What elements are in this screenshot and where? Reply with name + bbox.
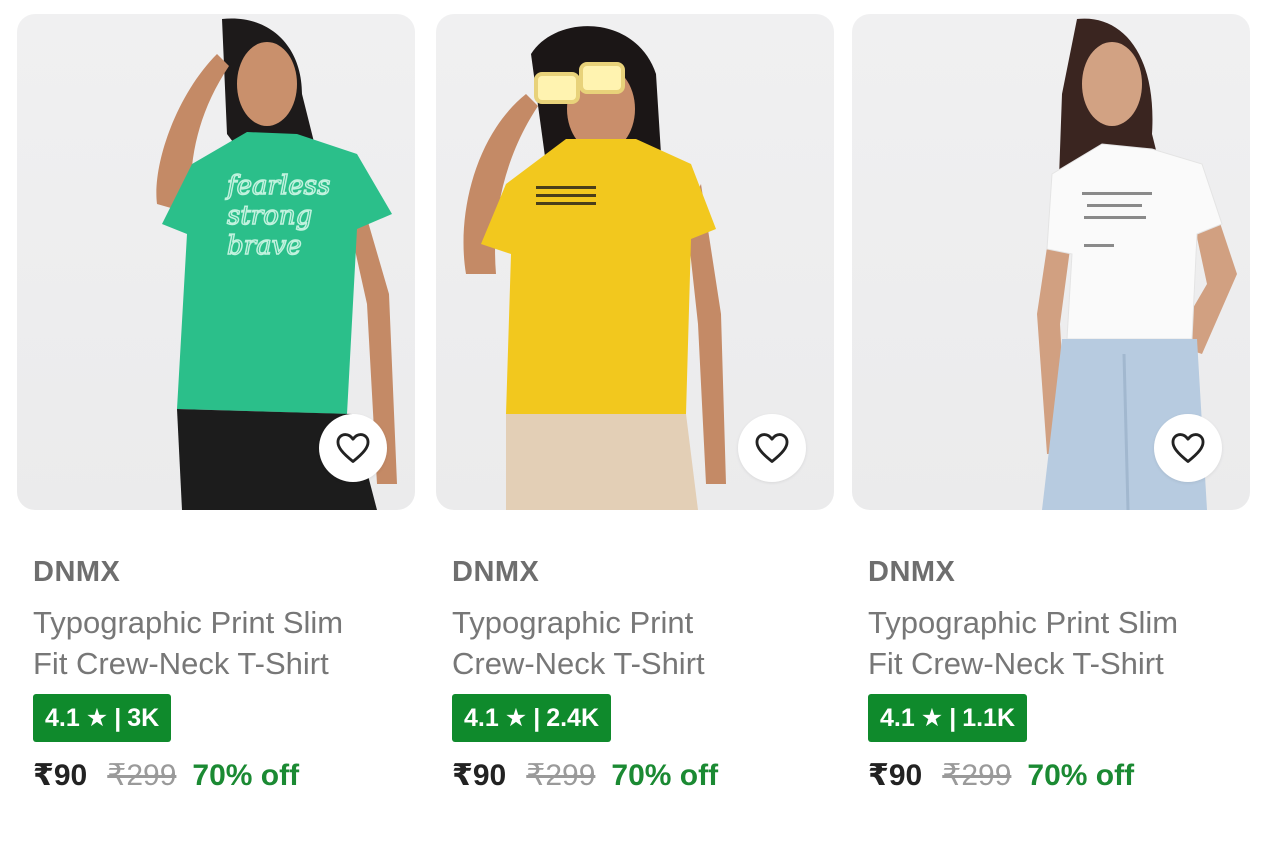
title-line-2: Crew-Neck T-Shirt [452, 646, 705, 681]
product-info: DNMX Typographic Print Crew-Neck T-Shirt… [436, 554, 834, 793]
original-price: ₹299 [942, 759, 1012, 792]
product-card[interactable]: fearless strong brave DNMX Typographic P… [17, 14, 415, 793]
product-card[interactable]: DNMX Typographic Print Crew-Neck T-Shirt… [436, 14, 834, 793]
product-info: DNMX Typographic Print Slim Fit Crew-Nec… [852, 554, 1250, 793]
wishlist-button[interactable] [319, 414, 387, 482]
star-icon: ★ [85, 704, 109, 732]
rating-count: 1.1K [962, 703, 1015, 732]
discount-label: 70% off [611, 759, 719, 792]
brand-name: DNMX [33, 556, 121, 588]
rating-separator: | [949, 703, 957, 732]
svg-text:fearless: fearless [225, 171, 330, 201]
original-price: ₹299 [107, 759, 177, 792]
selling-price: ₹90 [868, 759, 923, 792]
price-row: ₹90 ₹299 70% off [33, 758, 415, 793]
svg-text:strong: strong [227, 201, 312, 231]
product-image[interactable]: fearless strong brave [17, 14, 415, 510]
product-image[interactable] [852, 14, 1250, 510]
svg-text:brave: brave [227, 231, 302, 261]
product-card[interactable]: DNMX Typographic Print Slim Fit Crew-Nec… [852, 14, 1250, 793]
heart-outline-icon [755, 433, 789, 463]
heart-outline-icon [1171, 433, 1205, 463]
product-grid: fearless strong brave DNMX Typographic P… [0, 0, 1278, 841]
product-image[interactable] [436, 14, 834, 510]
rating-badge: 4.1 ★ | 3K [33, 694, 172, 742]
wishlist-button[interactable] [1154, 414, 1222, 482]
rating-separator: | [533, 703, 541, 732]
price-row: ₹90 ₹299 70% off [868, 758, 1250, 793]
title-line-1: Typographic Print [452, 605, 694, 640]
discount-label: 70% off [1027, 759, 1135, 792]
discount-label: 70% off [192, 759, 300, 792]
brand-name: DNMX [868, 556, 956, 588]
heart-outline-icon [336, 433, 370, 463]
product-title[interactable]: Typographic Print Slim Fit Crew-Neck T-S… [33, 602, 403, 684]
price-row: ₹90 ₹299 70% off [452, 758, 834, 793]
brand-name: DNMX [452, 556, 540, 588]
title-line-2: Fit Crew-Neck T-Shirt [33, 646, 329, 681]
original-price: ₹299 [526, 759, 596, 792]
star-icon: ★ [920, 704, 944, 732]
product-info: DNMX Typographic Print Slim Fit Crew-Nec… [17, 554, 415, 793]
title-line-1: Typographic Print Slim [33, 605, 344, 640]
title-line-1: Typographic Print Slim [868, 605, 1179, 640]
product-title[interactable]: Typographic Print Crew-Neck T-Shirt [452, 602, 822, 684]
rating-badge: 4.1 ★ | 2.4K [452, 694, 611, 742]
title-line-2: Fit Crew-Neck T-Shirt [868, 646, 1164, 681]
rating-value: 4.1 [464, 703, 499, 732]
product-title[interactable]: Typographic Print Slim Fit Crew-Neck T-S… [868, 602, 1238, 684]
rating-count: 2.4K [546, 703, 599, 732]
wishlist-button[interactable] [738, 414, 806, 482]
rating-separator: | [114, 703, 122, 732]
selling-price: ₹90 [33, 759, 88, 792]
star-icon: ★ [504, 704, 528, 732]
rating-value: 4.1 [880, 703, 915, 732]
rating-value: 4.1 [45, 703, 80, 732]
selling-price: ₹90 [452, 759, 507, 792]
rating-count: 3K [127, 703, 160, 732]
rating-badge: 4.1 ★ | 1.1K [868, 694, 1027, 742]
